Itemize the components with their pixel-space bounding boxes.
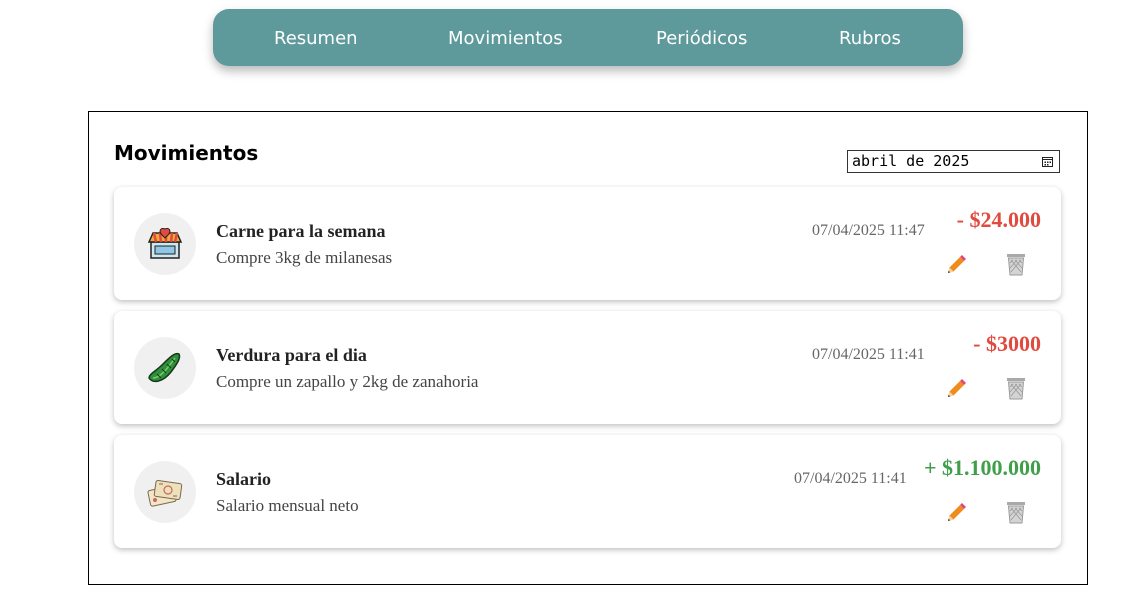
movement-card: Verdura para el dia Compre un zapallo y …: [114, 311, 1061, 424]
movement-card: Carne para la semana Compre 3kg de milan…: [114, 187, 1061, 300]
page-title: Movimientos: [114, 141, 259, 165]
movement-description: Salario mensual neto: [216, 496, 359, 515]
nav-item-rubros[interactable]: Rubros: [839, 9, 901, 66]
category-avatar: [134, 213, 196, 275]
movement-datetime: 07/04/2025 11:41: [812, 346, 925, 363]
category-avatar: [134, 337, 196, 399]
trash-icon[interactable]: [1005, 376, 1027, 400]
movement-datetime: 07/04/2025 11:47: [812, 222, 925, 239]
money-icon: [147, 480, 183, 507]
edit-icon[interactable]: [944, 377, 968, 401]
top-nav: Resumen Movimientos Periódicos Rubros: [213, 9, 963, 66]
zucchini-icon: [148, 352, 181, 383]
edit-icon[interactable]: [944, 253, 968, 277]
movement-datetime: 07/04/2025 11:41: [794, 470, 907, 487]
movement-title: Verdura para el dia: [216, 345, 367, 365]
trash-icon[interactable]: [1005, 252, 1027, 276]
nav-item-movimientos[interactable]: Movimientos: [448, 9, 563, 66]
movements-panel: Movimientos abril de 2025 Carne para la …: [88, 111, 1088, 585]
movement-description: Compre 3kg de milanesas: [216, 248, 393, 267]
nav-item-resumen[interactable]: Resumen: [274, 9, 358, 66]
month-picker[interactable]: abril de 2025: [847, 150, 1060, 173]
nav-item-periodicos[interactable]: Periódicos: [656, 9, 747, 66]
movement-amount: - $3000: [973, 331, 1041, 356]
category-avatar: [134, 461, 196, 523]
movement-card: Salario Salario mensual neto 07/04/2025 …: [114, 435, 1061, 548]
edit-icon[interactable]: [944, 501, 968, 525]
month-picker-value: abril de 2025: [852, 152, 970, 170]
movement-title: Carne para la semana: [216, 221, 386, 241]
trash-icon[interactable]: [1005, 500, 1027, 524]
movement-amount: - $24.000: [956, 207, 1041, 232]
movement-title: Salario: [216, 469, 272, 489]
movement-description: Compre un zapallo y 2kg de zanahoria: [216, 372, 479, 391]
calendar-icon[interactable]: [1042, 156, 1053, 167]
movement-amount: + $1.100.000: [923, 455, 1041, 480]
butcher-shop-icon: [147, 228, 183, 259]
